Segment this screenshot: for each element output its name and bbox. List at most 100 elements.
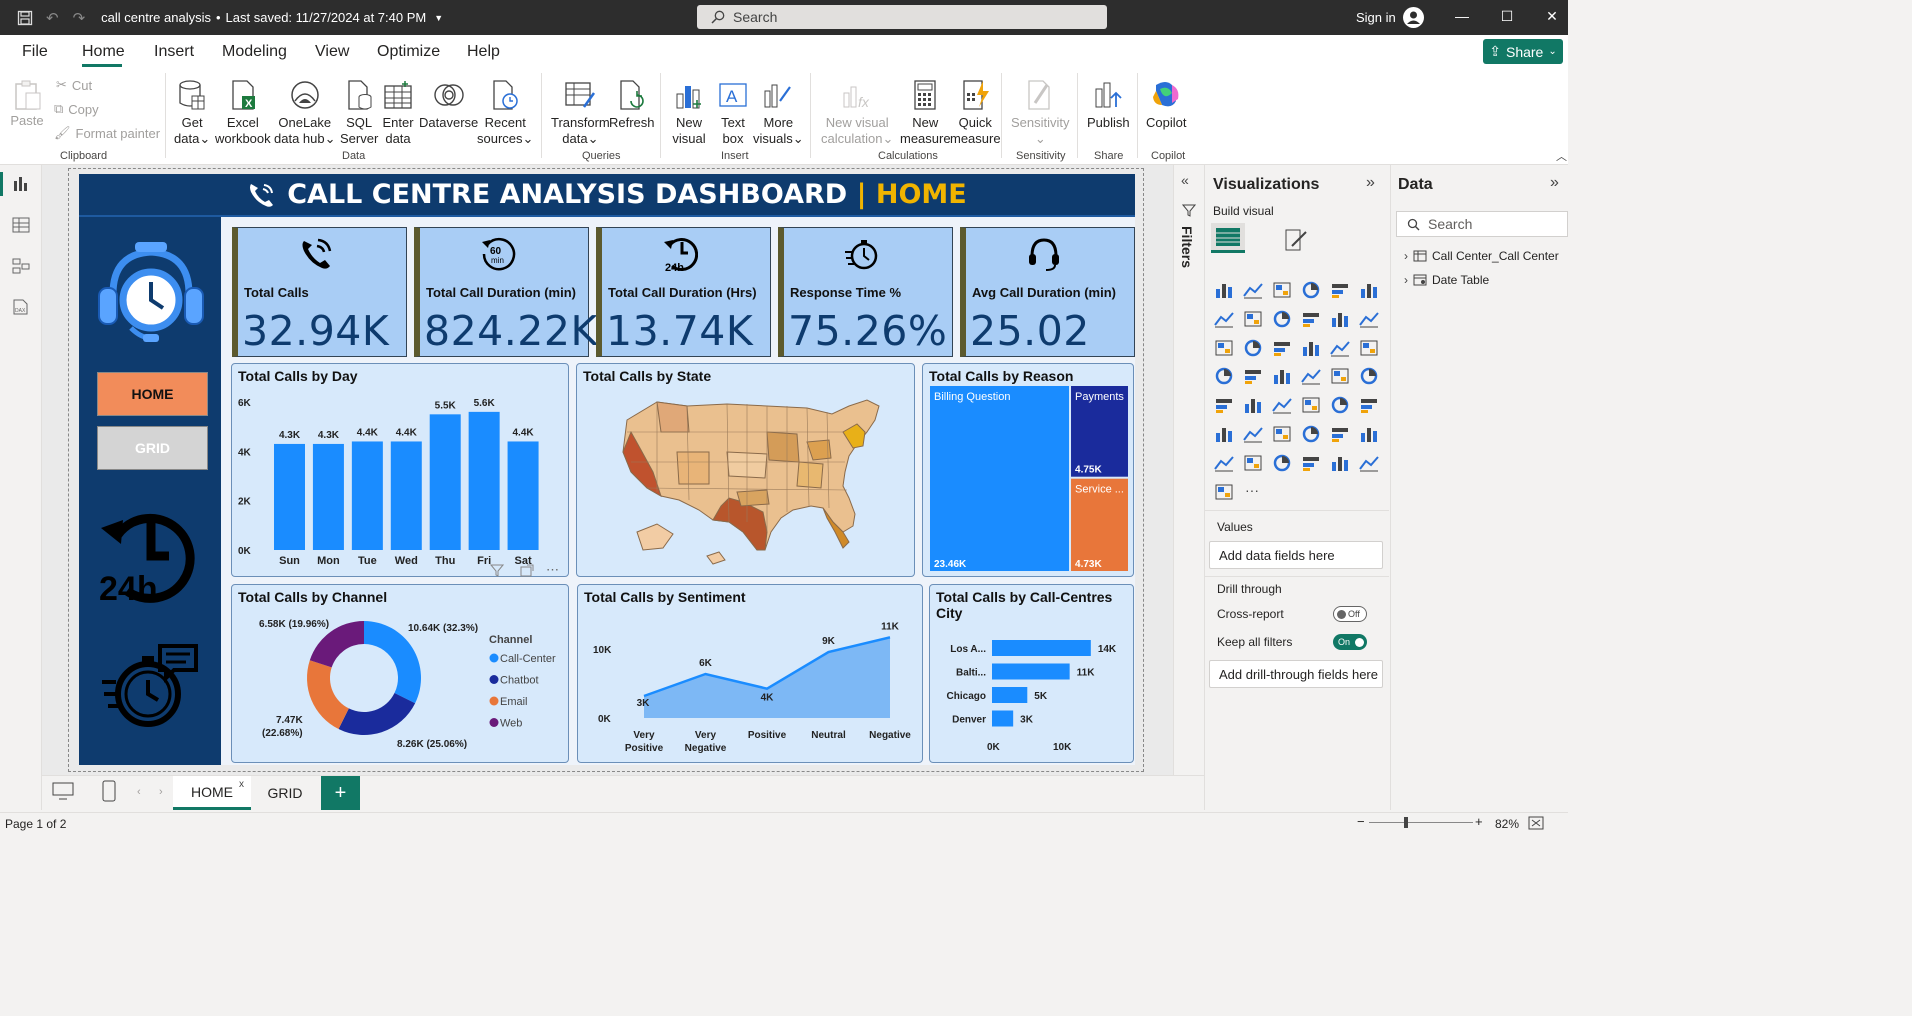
more-options-icon[interactable]: ⋯ [546,562,559,578]
minimize-icon[interactable]: — [1452,8,1472,24]
key-influencers-icon[interactable] [1271,424,1293,444]
100-bar-icon[interactable] [1329,280,1351,300]
python-visual-icon[interactable] [1242,424,1264,444]
table-view-icon[interactable] [11,216,31,236]
more-visuals-button[interactable]: More visuals⌄ [753,77,804,147]
collapse-ribbon-icon[interactable]: ︿ [1556,148,1567,164]
chart-calls-by-reason[interactable]: Total Calls by Reason Billing Question 23… [922,363,1134,577]
desktop-layout-icon[interactable] [52,782,74,800]
undo-icon[interactable]: ↶ [46,9,59,27]
stacked-bar-icon[interactable] [1213,280,1235,300]
chart-calls-by-state[interactable]: Total Calls by State [576,363,915,577]
excel-workbook-button[interactable]: X Excel workbook [215,77,271,147]
kpi-icon[interactable] [1271,395,1293,415]
100-column-icon[interactable] [1358,280,1380,300]
area-chart-icon[interactable] [1242,309,1264,329]
waterfall-icon[interactable] [1213,338,1235,358]
map-icon[interactable] [1213,366,1235,386]
treemap-icon[interactable] [1358,338,1380,358]
sql-server-button[interactable]: SQL Server [340,77,378,147]
power-apps-icon[interactable] [1300,453,1322,473]
zoom-in-icon[interactable]: + [1475,814,1483,829]
close-icon[interactable]: ✕ [1542,8,1562,25]
line-column-icon[interactable] [1329,309,1351,329]
format-painter-button[interactable]: 🖌 Format painter [54,125,160,141]
expand-icon[interactable]: » [1550,174,1559,192]
previous-page-icon[interactable]: ‹ [137,786,141,798]
donut-chart-icon[interactable] [1329,338,1351,358]
recent-sources-button[interactable]: Recent sources⌄ [477,77,533,147]
more-visuals-icon[interactable]: ··· [1242,482,1264,502]
close-tab-icon[interactable]: x [239,779,244,790]
onelake-data-hub-button[interactable]: OneLake data hub⌄ [274,77,336,147]
avatar-icon[interactable] [1403,7,1424,28]
chevron-icon[interactable] [1213,482,1235,502]
collapse-filters-icon[interactable]: « [1181,172,1189,188]
report-view-icon[interactable] [11,175,31,195]
clustered-bar-icon[interactable] [1271,280,1293,300]
azure-map-icon[interactable] [1300,366,1322,386]
add-drill-through-well[interactable]: Add drill-through fields here [1209,660,1383,688]
grid-nav-button[interactable]: GRID [97,426,208,470]
line-chart-icon[interactable] [1213,309,1235,329]
filters-label[interactable]: Filters [1179,226,1195,268]
menu-optimize[interactable]: Optimize [377,43,440,61]
chart-calls-by-city[interactable]: Total Calls by Call-Centres City Los A..… [929,584,1134,763]
gauge-icon[interactable] [1358,366,1380,386]
stacked-area-icon[interactable] [1271,309,1293,329]
maximize-icon[interactable]: ☐ [1497,8,1517,25]
line-stacked-column-icon[interactable] [1358,309,1380,329]
text-box-button[interactable]: A Text box [716,77,750,147]
narrative-icon[interactable] [1358,424,1380,444]
focus-mode-icon[interactable] [520,564,534,577]
decomposition-tree-icon[interactable] [1300,424,1322,444]
kpi-card-call-duration-min[interactable]: 60 min Total Call Duration (min) 824.22K [414,227,597,357]
pie-chart-icon[interactable] [1300,338,1322,358]
dax-query-view-icon[interactable]: DAX [11,298,31,318]
copy-button[interactable]: ⧉ Copy [54,101,99,117]
power-automate-icon[interactable] [1329,453,1351,473]
sign-in-link[interactable]: Sign in [1356,10,1396,25]
home-nav-button[interactable]: HOME [97,372,208,416]
zoom-slider-track[interactable] [1369,822,1473,823]
filter-icon[interactable] [490,564,504,577]
r-visual-icon[interactable] [1213,424,1235,444]
next-page-icon[interactable]: › [159,786,163,798]
qa-icon[interactable] [1329,424,1351,444]
expand-icon[interactable]: » [1366,174,1375,192]
zoom-out-icon[interactable]: − [1357,814,1365,829]
kpi-card-response-time[interactable]: Response Time % 75.26% [778,227,953,357]
kpi-card-call-duration-hrs[interactable]: 24h Total Call Duration (Hrs) 13.74K [596,227,771,357]
share-button[interactable]: ⇪ Share ⌄ [1483,39,1563,64]
funnel-chart-icon[interactable] [1242,338,1264,358]
build-visual-tab[interactable] [1211,223,1245,253]
diamond-icon[interactable] [1358,453,1380,473]
menu-help[interactable]: Help [467,43,500,61]
slicer-icon[interactable] [1300,395,1322,415]
model-view-icon[interactable] [11,257,31,277]
data-search-input[interactable]: Search [1396,211,1568,237]
file-name[interactable]: call centre analysis [101,10,211,25]
get-data-button[interactable]: Get data⌄ [174,77,210,147]
zoom-slider-thumb[interactable] [1404,817,1408,828]
scatter-chart-icon[interactable] [1271,338,1293,358]
sensitivity-button[interactable]: Sensitivity ⌄ [1011,77,1070,147]
menu-home[interactable]: Home [82,43,125,61]
menu-insert[interactable]: Insert [154,43,194,61]
new-measure-button[interactable]: New measure [900,77,951,147]
format-visual-icon[interactable] [1282,226,1310,254]
save-icon[interactable] [14,7,36,29]
matrix-icon[interactable] [1358,395,1380,415]
menu-view[interactable]: View [315,43,349,61]
shape-map-icon[interactable] [1271,366,1293,386]
paginated-report-icon[interactable] [1242,453,1264,473]
add-data-fields-well[interactable]: Add data fields here [1209,541,1383,569]
data-table-item[interactable]: › Date Table [1404,273,1489,287]
redo-icon[interactable]: ↷ [73,9,86,27]
navigation-icon[interactable] [1329,366,1351,386]
tab-grid[interactable]: GRID [253,776,317,810]
cross-report-toggle[interactable]: Off [1333,606,1367,622]
publish-button[interactable]: Publish [1087,77,1130,131]
search-box[interactable]: Search [697,5,1107,29]
chevron-down-icon[interactable]: ▼ [434,13,443,23]
